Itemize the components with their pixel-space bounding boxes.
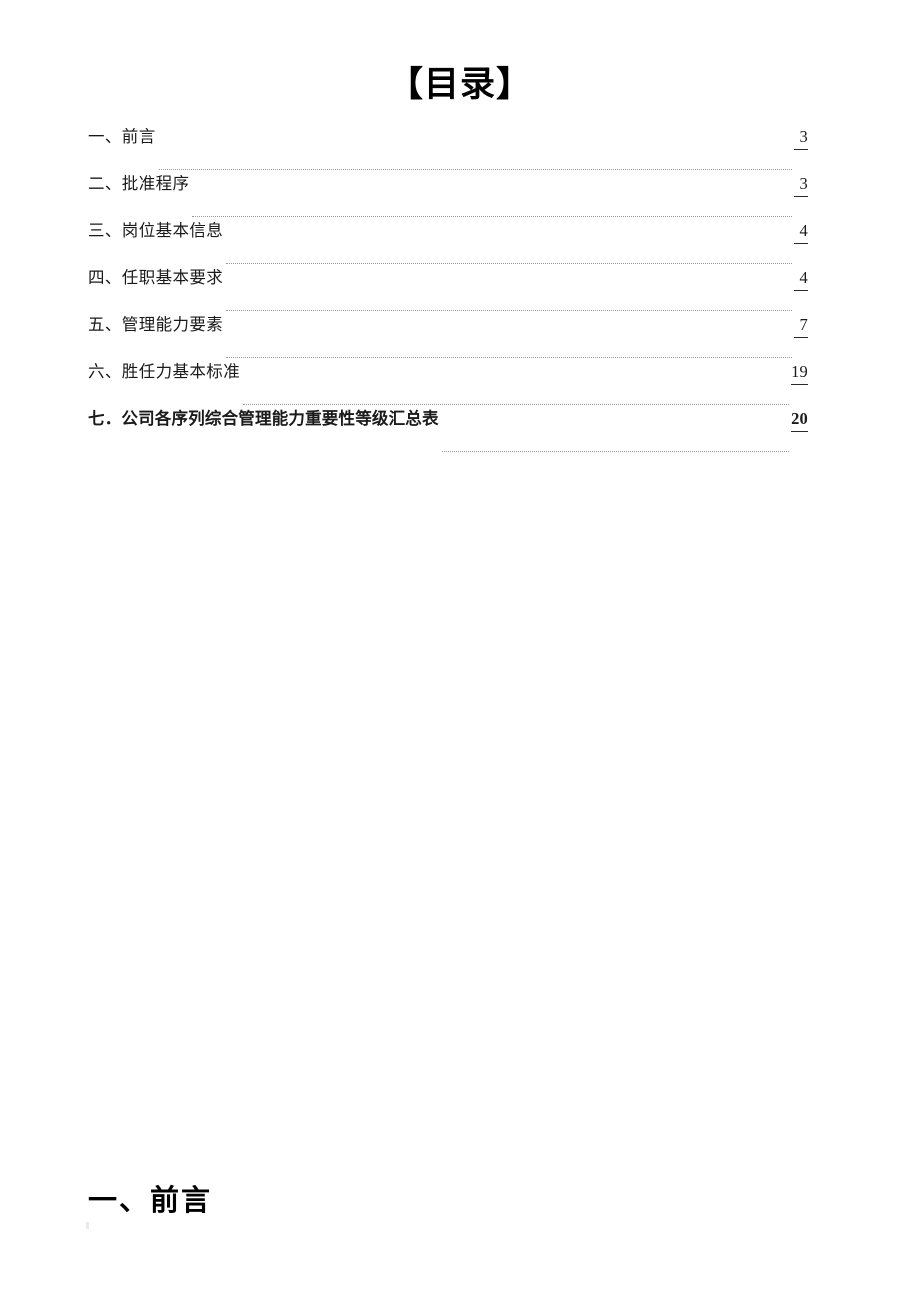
- toc-dot-leader: [226, 309, 792, 311]
- section-heading-preface: 一、前言: [88, 1185, 213, 1217]
- toc-entry-1[interactable]: 一、前言 3: [88, 126, 808, 173]
- scan-artifact-speck: [86, 1222, 89, 1229]
- toc-entry-label: 一、前言: [88, 127, 156, 146]
- toc-entry-2[interactable]: 二、批准程序 3: [88, 173, 808, 220]
- toc-entry-page-number: 3: [794, 173, 808, 197]
- toc-dot-leader: [226, 262, 792, 264]
- toc-entry-label: 四、任职基本要求: [88, 268, 224, 287]
- toc-dot-leader: [243, 403, 790, 405]
- toc-entry-label: 三、岗位基本信息: [88, 221, 224, 240]
- toc-entry-page-number: 4: [794, 267, 808, 291]
- toc-entry-label: 二、批准程序: [88, 174, 190, 193]
- toc-entry-3[interactable]: 三、岗位基本信息 4: [88, 220, 808, 267]
- toc-entry-6[interactable]: 六、胜任力基本标准 19: [88, 361, 808, 408]
- toc-entry-label: 六、胜任力基本标准: [88, 362, 241, 381]
- toc-dot-leader: [158, 168, 792, 170]
- toc-dot-leader: [192, 215, 792, 217]
- toc-dot-leader: [226, 356, 792, 358]
- toc-entry-4[interactable]: 四、任职基本要求 4: [88, 267, 808, 314]
- document-page: 【目录】 一、前言 3 二、批准程序 3 三、岗位基本信息 4 四、任职基本要求 4 五、管理能…: [0, 0, 920, 1302]
- toc-entry-page-number: 20: [791, 408, 808, 432]
- toc-entry-label: 五、管理能力要素: [88, 315, 224, 334]
- toc-entry-page-number: 7: [794, 314, 808, 338]
- toc-entry-label: 七．公司各序列综合管理能力重要性等级汇总表: [88, 409, 439, 428]
- toc-entry-page-number: 3: [794, 126, 808, 150]
- toc-entry-page-number: 4: [794, 220, 808, 244]
- toc-entry-5[interactable]: 五、管理能力要素 7: [88, 314, 808, 361]
- table-of-contents: 一、前言 3 二、批准程序 3 三、岗位基本信息 4 四、任职基本要求 4 五、管理能力要素 7 六…: [88, 126, 808, 455]
- toc-dot-leader: [441, 450, 790, 452]
- toc-entry-7[interactable]: 七．公司各序列综合管理能力重要性等级汇总表 20: [88, 408, 808, 455]
- toc-entry-page-number: 19: [791, 361, 808, 385]
- page-title: 【目录】: [387, 65, 532, 104]
